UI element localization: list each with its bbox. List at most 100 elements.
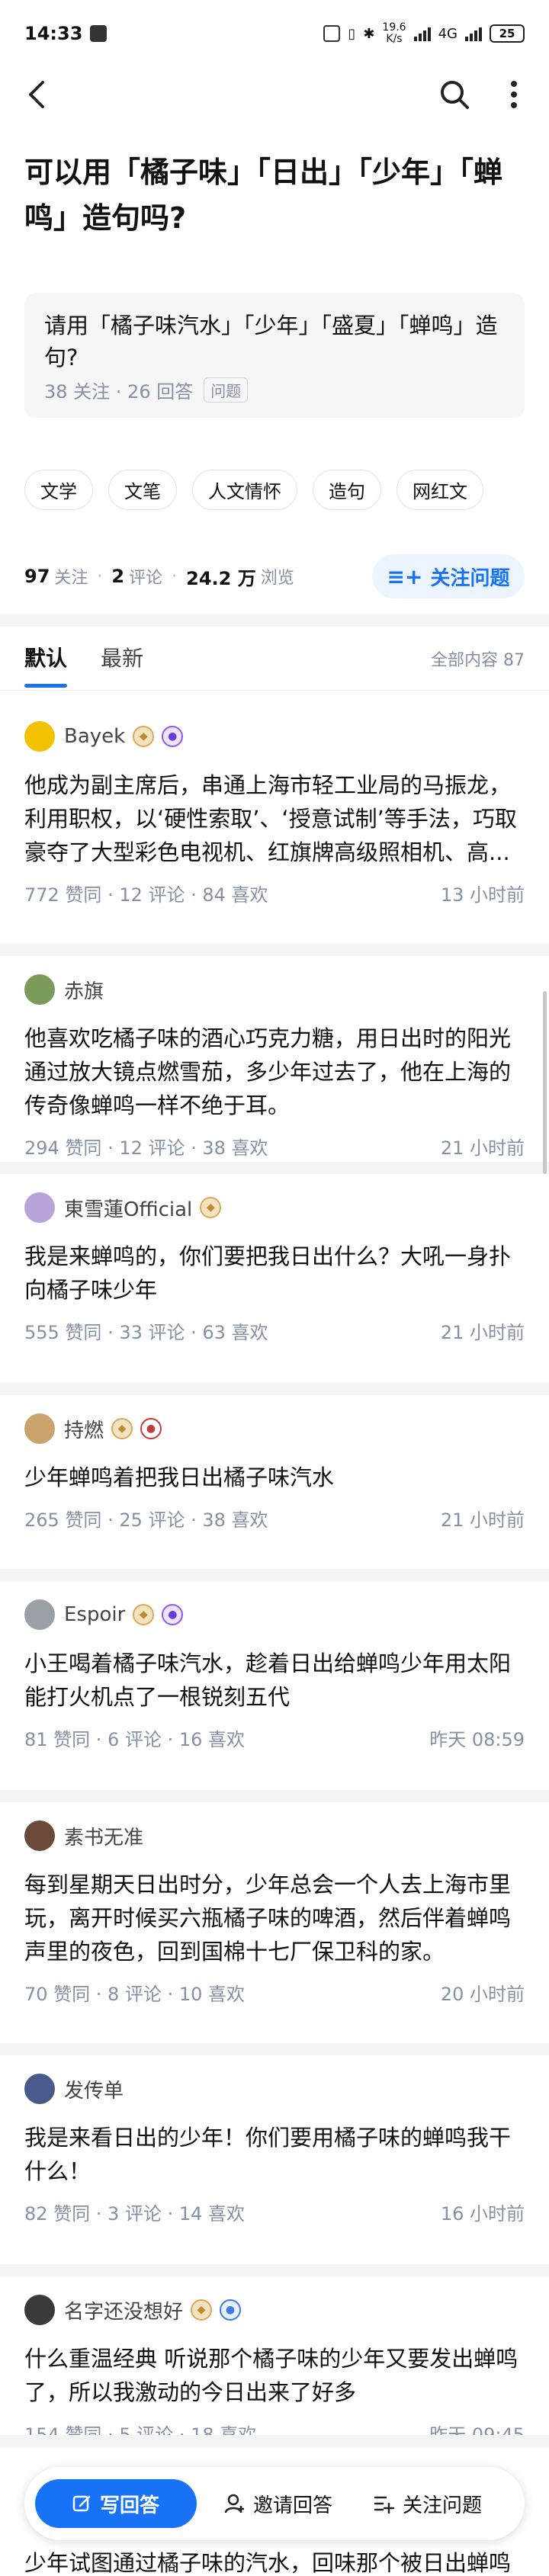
topic-chip[interactable]: 文学	[24, 470, 93, 510]
topic-chip[interactable]: 造句	[313, 470, 381, 510]
bluetooth-icon: ✱	[363, 25, 375, 42]
search-icon	[441, 81, 469, 109]
answer-time: 21 小时前	[440, 1322, 525, 1343]
follow-question-button[interactable]: ≡+ 关注问题	[372, 554, 525, 598]
section-divider	[0, 614, 549, 627]
answer-stats: 772 赞同 · 12 评论 · 84 喜欢	[24, 884, 268, 906]
avatar[interactable]	[24, 1599, 55, 1630]
question-meta-text: 38 关注 · 26 回答	[44, 381, 194, 403]
answer-stats: 555 赞同 · 33 评论 · 63 喜欢	[24, 1322, 268, 1343]
comment-label[interactable]: 评论	[129, 564, 162, 589]
topic-chip[interactable]: 网红文	[396, 470, 483, 510]
topic-chip[interactable]: 人文情怀	[192, 470, 297, 510]
invite-answer-button[interactable]: 邀请回答	[224, 2490, 332, 2518]
achievement-badge-icon: ●	[162, 726, 184, 747]
answer-text[interactable]: 每到星期天日出时分，少年总会一个人去上海市里玩，离开时候买六瓶橘子味的啤酒，然后…	[24, 1868, 525, 1968]
author-name[interactable]: 赤旗	[64, 976, 104, 1004]
topic-chip[interactable]: 文笔	[108, 470, 177, 510]
author-name[interactable]: 東雪蓮Official	[64, 1194, 192, 1222]
answer-author[interactable]: Bayek ◆ ●	[24, 720, 184, 753]
achievement-badge-icon: ●	[220, 2299, 242, 2321]
topic-list: 文学 文笔 人文情怀 造句 网红文	[24, 470, 483, 510]
question-title: 可以用「橘子味」「日出」「少年」「蝉鸣」造句吗?	[24, 156, 503, 235]
question-description-card[interactable]: 请用「橘子味汽水」「少年」「盛夏」「蝉鸣」造句? 38 关注 · 26 回答 问…	[24, 293, 525, 418]
answer-author[interactable]: 持燃 ◆ ●	[24, 1412, 162, 1445]
tab-latest[interactable]: 最新	[101, 642, 143, 672]
author-name[interactable]: Espoir	[64, 1603, 125, 1626]
answer-divider	[0, 2043, 549, 2055]
answer-divider	[0, 2435, 549, 2447]
follow-count: 97	[24, 566, 50, 587]
answer-author[interactable]: 東雪蓮Official ◆	[24, 1191, 222, 1224]
answer-stats: 265 赞同 · 25 评论 · 38 喜欢	[24, 1509, 268, 1531]
answer-stats: 81 赞同 · 6 评论 · 16 喜欢	[24, 1729, 246, 1750]
level-badge-icon: ◆	[133, 726, 155, 747]
bottom-action-bar: 写回答 邀请回答 关注问题	[24, 2467, 525, 2540]
answer-text[interactable]: 他喜欢吃橘子味的酒心巧克力糖，用日出时的阳光通过放大镜点燃雪茄，多少年过去了，他…	[24, 1022, 525, 1122]
answer-text[interactable]: 少年蝉鸣着把我日出橘子味汽水	[24, 1461, 525, 1494]
nav-bar	[0, 67, 549, 122]
status-bar: 14:33 ▯ ✱ 19.6 K/s 4G 25	[0, 0, 549, 67]
answer-author[interactable]: Espoir ◆ ●	[24, 1598, 184, 1631]
author-name[interactable]: 素书无准	[64, 1822, 143, 1850]
nfc-icon	[323, 25, 341, 42]
answer-text[interactable]: 什么重温经典 听说那个橘子味的少年又要发出蝉鸣了，所以我激动的今日出来了好多	[24, 2342, 525, 2409]
search-button[interactable]	[436, 76, 473, 113]
answer-meta: 82 赞同 · 3 评论 · 14 喜欢 16 小时前	[24, 2199, 525, 2225]
view-count: 24.2 万	[186, 567, 256, 589]
answer-meta: 555 赞同 · 33 评论 · 63 喜欢 21 小时前	[24, 1317, 525, 1344]
answer-meta: 81 赞同 · 6 评论 · 16 喜欢 昨天 08:59	[24, 1724, 525, 1751]
answer-time: 13 小时前	[440, 884, 525, 906]
answer-author[interactable]: 名字还没想好 ◆ ●	[24, 2293, 242, 2327]
avatar[interactable]	[24, 1821, 55, 1851]
sort-tabs: 默认 最新 全部内容 87	[0, 627, 549, 691]
status-icons: ▯ ✱ 19.6 K/s 4G 25	[323, 22, 525, 45]
answer-meta: 772 赞同 · 12 评论 · 84 喜欢 13 小时前	[24, 880, 525, 906]
answer-author[interactable]: 赤旗	[24, 973, 104, 1006]
avatar[interactable]	[24, 721, 55, 752]
author-name[interactable]: 持燃	[64, 1415, 104, 1443]
answer-divider	[0, 1569, 549, 1581]
answer-author[interactable]: 发传单	[24, 2072, 124, 2106]
network-type: 4G	[438, 25, 458, 42]
more-vertical-icon	[511, 81, 517, 108]
answer-text[interactable]: 我是来蝉鸣的，你们要把我日出什么？大吼一身扑向橘子味少年	[24, 1240, 525, 1307]
avatar[interactable]	[24, 1413, 55, 1444]
tab-default[interactable]: 默认	[24, 642, 68, 688]
plus-list-icon: ≡+	[387, 563, 423, 589]
level-badge-icon: ◆	[200, 1197, 222, 1218]
answer-divider	[0, 944, 549, 956]
level-badge-icon: ◆	[111, 1418, 133, 1439]
answer-text[interactable]: 我是来看日出的少年！你们要用橘子味的蝉鸣我干什么！	[24, 2121, 525, 2188]
answer-text[interactable]: 小王喝着橘子味汽水，趁着日出给蝉鸣少年用太阳能打火机点了一根锐刻五代	[24, 1647, 525, 1714]
net-speed: 19.6 K/s	[382, 21, 406, 45]
scrollbar[interactable]	[543, 991, 547, 1174]
answer-meta: 294 赞同 · 12 评论 · 38 喜欢 21 小时前	[24, 1133, 525, 1160]
signal-icon	[413, 26, 431, 41]
back-button[interactable]	[20, 76, 56, 113]
answer-stats: 70 赞同 · 8 评论 · 10 喜欢	[24, 1984, 246, 2005]
author-name[interactable]: Bayek	[64, 725, 125, 748]
answer-text[interactable]: 他成为副主席后，串通上海市轻工业局的马振龙，利用职权，以‘硬性索取’、‘授意试制…	[24, 768, 525, 869]
question-stats: 97 关注 · 2 评论 · 24.2 万 浏览 ≡+ 关注问题	[24, 552, 525, 601]
comment-count: 2	[111, 566, 125, 587]
follow-question-bottom-button[interactable]: 关注问题	[374, 2490, 482, 2518]
author-name[interactable]: 名字还没想好	[64, 2296, 183, 2324]
answer-time: 20 小时前	[440, 1984, 525, 2005]
answer-divider	[0, 1790, 549, 1802]
view-label: 浏览	[260, 569, 294, 588]
avatar[interactable]	[24, 1192, 55, 1223]
write-answer-button[interactable]: 写回答	[35, 2479, 197, 2528]
answer-divider	[0, 1162, 549, 1174]
answer-author[interactable]: 素书无准	[24, 1819, 143, 1853]
avatar[interactable]	[24, 2074, 55, 2104]
more-button[interactable]	[496, 76, 532, 113]
avatar[interactable]	[24, 974, 55, 1005]
answer-time: 昨天 08:59	[429, 1729, 525, 1750]
total-content-count: 全部内容 87	[431, 651, 525, 670]
author-name[interactable]: 发传单	[64, 2075, 124, 2103]
question-tag: 问题	[204, 377, 249, 403]
status-time: 14:33	[24, 23, 83, 44]
question-description-meta: 38 关注 · 26 回答 问题	[44, 377, 505, 403]
avatar[interactable]	[24, 2295, 55, 2325]
